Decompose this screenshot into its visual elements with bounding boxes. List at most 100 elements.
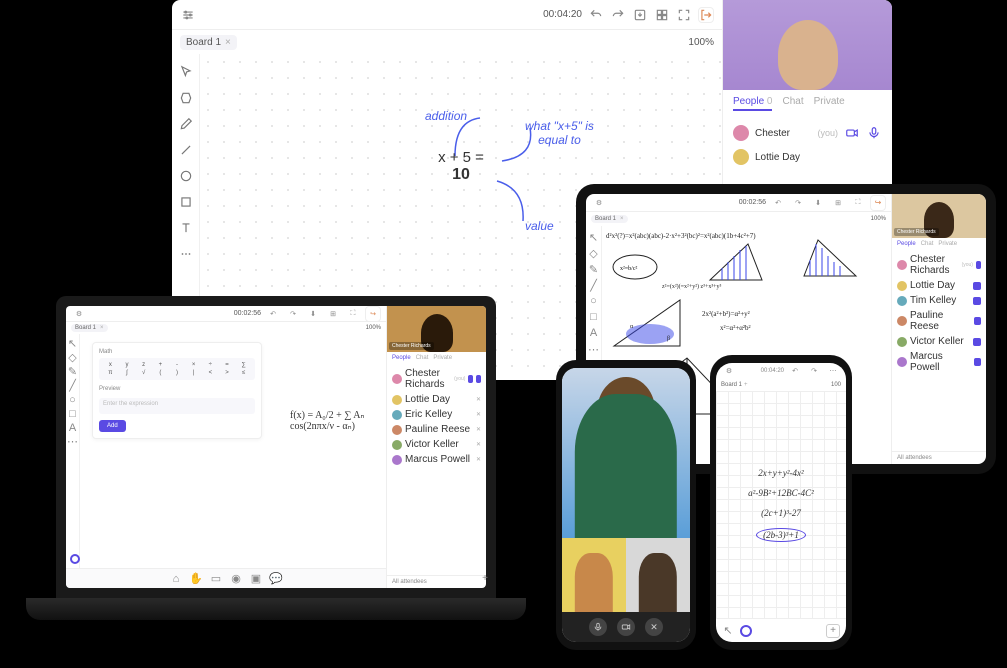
add-board-icon[interactable]: + xyxy=(482,573,486,584)
download-icon[interactable]: ⬇ xyxy=(305,306,321,322)
key[interactable]: ∑ xyxy=(236,362,251,368)
undo-icon[interactable]: ↶ xyxy=(770,195,786,211)
self-video[interactable] xyxy=(723,0,892,90)
download-icon[interactable]: ⬇ xyxy=(810,195,826,211)
fullscreen-icon[interactable] xyxy=(676,7,692,23)
lasso-icon[interactable]: ◇ xyxy=(589,248,599,258)
cursor-icon[interactable]: ↖ xyxy=(722,625,734,637)
tab-chat[interactable]: Chat xyxy=(416,355,429,361)
zoom-level[interactable]: 100% xyxy=(688,37,714,48)
close-icon[interactable]: × xyxy=(225,37,231,48)
laptop-canvas[interactable]: Math x y z + - × ÷ = ∑ π xyxy=(80,334,386,568)
all-attendees-label[interactable]: All attendees xyxy=(892,451,986,464)
person-row[interactable]: Lottie Day✕ xyxy=(392,392,481,407)
line-icon[interactable]: ╱ xyxy=(589,280,599,290)
tab-people[interactable]: People 0 xyxy=(733,96,772,111)
pen-icon[interactable]: ✎ xyxy=(589,264,599,274)
settings-icon[interactable]: ⚙ xyxy=(591,195,607,211)
person-row[interactable]: Tim Kelley xyxy=(897,293,981,308)
person-row[interactable]: Lottie Day xyxy=(733,145,882,169)
board-tab[interactable]: Board 1 × xyxy=(71,324,108,332)
person-row[interactable]: Pauline Reese✕ xyxy=(392,422,481,437)
key[interactable]: x xyxy=(103,362,118,368)
hangup-button[interactable]: ✕ xyxy=(645,618,663,636)
key[interactable]: ∫ xyxy=(120,370,135,376)
key[interactable]: ) xyxy=(170,370,185,376)
tab-people[interactable]: People xyxy=(897,241,916,247)
home-icon[interactable]: ⌂ xyxy=(171,574,181,584)
line-icon[interactable]: ╱ xyxy=(68,381,77,390)
person-row[interactable]: Lottie Day xyxy=(897,278,981,293)
person-row[interactable]: Chester Richards(you) xyxy=(897,252,981,278)
key[interactable]: ( xyxy=(153,370,168,376)
tab-people[interactable]: People xyxy=(392,355,411,361)
key[interactable]: - xyxy=(170,362,185,368)
square-icon[interactable]: □ xyxy=(68,409,77,418)
exit-icon[interactable]: ↪ xyxy=(870,195,886,211)
video-thumb[interactable] xyxy=(626,538,690,612)
person-row[interactable]: Pauline Reese xyxy=(897,308,981,334)
board-tab-label[interactable]: Board 1 xyxy=(721,382,742,388)
redo-icon[interactable]: ↷ xyxy=(806,363,822,379)
zoom-level[interactable]: 100% xyxy=(366,325,381,331)
line-icon[interactable] xyxy=(178,142,194,158)
key[interactable]: | xyxy=(186,370,201,376)
board-tab[interactable]: Board 1 × xyxy=(180,35,237,50)
cursor-icon[interactable]: ↖ xyxy=(589,232,599,242)
camera-button[interactable] xyxy=(617,618,635,636)
add-board-icon[interactable]: + xyxy=(744,382,748,388)
settings-icon[interactable]: ⚙ xyxy=(71,306,87,322)
circle-icon[interactable]: ○ xyxy=(68,395,77,404)
square-icon[interactable] xyxy=(178,194,194,210)
fullscreen-icon[interactable]: ⛶ xyxy=(850,195,866,211)
redo-icon[interactable]: ↷ xyxy=(790,195,806,211)
board-tab[interactable]: Board 1 × xyxy=(591,215,628,223)
zoom-level[interactable]: 100% xyxy=(871,216,886,222)
more-icon[interactable]: ⋯ xyxy=(68,437,77,446)
pen-icon[interactable] xyxy=(178,116,194,132)
settings-icon[interactable] xyxy=(180,7,196,23)
exit-icon[interactable]: ↪ xyxy=(365,306,381,322)
person-row[interactable]: Eric Kelley✕ xyxy=(392,407,481,422)
tab-chat[interactable]: Chat xyxy=(782,96,803,111)
key[interactable]: ÷ xyxy=(203,362,218,368)
text-icon[interactable] xyxy=(178,220,194,236)
key[interactable]: z xyxy=(136,362,151,368)
tab-private[interactable]: Private xyxy=(814,96,845,111)
undo-icon[interactable]: ↶ xyxy=(265,306,281,322)
settings-icon[interactable]: ⚙ xyxy=(721,363,737,379)
key[interactable]: < xyxy=(203,370,218,376)
person-row[interactable]: Chester (you) xyxy=(733,121,882,145)
record-indicator[interactable] xyxy=(70,554,80,564)
text-icon[interactable]: A xyxy=(589,328,599,338)
camera-icon[interactable]: ▣ xyxy=(251,574,261,584)
grid-icon[interactable]: ⊞ xyxy=(830,195,846,211)
grid-icon[interactable] xyxy=(654,7,670,23)
all-attendees-label[interactable]: All attendees xyxy=(387,575,486,588)
more-icon[interactable]: ⋯ xyxy=(825,363,841,379)
key[interactable]: > xyxy=(220,370,235,376)
main-video-feed[interactable] xyxy=(562,368,690,538)
fullscreen-icon[interactable]: ⛶ xyxy=(345,306,361,322)
mic-icon[interactable]: ◉ xyxy=(231,574,241,584)
self-video[interactable]: Chester Richards xyxy=(892,194,986,238)
tab-chat[interactable]: Chat xyxy=(921,241,934,247)
mic-button[interactable] xyxy=(589,618,607,636)
person-row[interactable]: Victor Keller✕ xyxy=(392,437,481,452)
tab-private[interactable]: Private xyxy=(433,355,452,361)
circle-icon[interactable]: ○ xyxy=(589,296,599,306)
download-icon[interactable] xyxy=(632,7,648,23)
redo-icon[interactable] xyxy=(610,7,626,23)
key[interactable]: = xyxy=(220,362,235,368)
key[interactable]: y xyxy=(120,362,135,368)
tab-private[interactable]: Private xyxy=(938,241,957,247)
key[interactable]: √ xyxy=(136,370,151,376)
person-row[interactable]: Chester Richards(you) xyxy=(392,366,481,392)
mic-icon[interactable] xyxy=(866,125,882,141)
math-input-panel[interactable]: Math x y z + - × ÷ = ∑ π xyxy=(92,342,262,439)
add-button[interactable]: Add xyxy=(99,420,126,432)
person-row[interactable]: Victor Keller xyxy=(897,334,981,349)
screen-share-icon[interactable]: ▭ xyxy=(211,574,221,584)
grid-icon[interactable]: ⊞ xyxy=(325,306,341,322)
self-video[interactable]: Chester Richards xyxy=(387,306,486,352)
